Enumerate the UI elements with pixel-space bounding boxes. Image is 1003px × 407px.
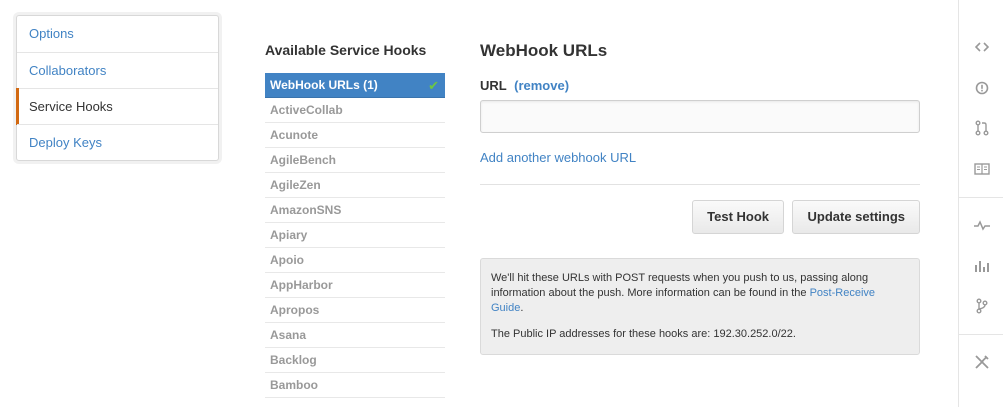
hook-item-apiary[interactable]: Apiary: [265, 223, 445, 248]
hook-item-webhook-urls[interactable]: WebHook URLs (1) ✔: [265, 73, 445, 98]
hook-item-amazonsns[interactable]: AmazonSNS: [265, 198, 445, 223]
rail-divider: [959, 334, 1003, 335]
info-text: We'll hit these URLs with POST requests …: [491, 271, 909, 316]
public-ip-text: The Public IP addresses for these hooks …: [491, 328, 796, 340]
wiki-icon[interactable]: [959, 157, 1003, 181]
settings-tools-icon[interactable]: [959, 350, 1003, 374]
update-settings-button[interactable]: Update settings: [792, 200, 920, 234]
hook-item-appharbor[interactable]: AppHarbor: [265, 273, 445, 298]
info-box: We'll hit these URLs with POST requests …: [480, 258, 920, 355]
hooks-list-title: Available Service Hooks: [265, 42, 427, 58]
hook-item-label: WebHook URLs (1): [270, 78, 378, 92]
hook-item-bamboo[interactable]: Bamboo: [265, 373, 445, 398]
settings-item-collaborators[interactable]: Collaborators: [17, 52, 218, 88]
issues-icon[interactable]: [959, 76, 1003, 100]
hook-item-agilebench[interactable]: AgileBench: [265, 148, 445, 173]
graphs-icon[interactable]: [959, 254, 1003, 278]
hook-item-backlog[interactable]: Backlog: [265, 348, 445, 373]
url-label: URL: [480, 78, 507, 93]
rail-divider: [959, 197, 1003, 198]
hook-item-asana[interactable]: Asana: [265, 323, 445, 348]
remove-url-link[interactable]: (remove): [514, 78, 569, 93]
code-icon[interactable]: [959, 35, 1003, 59]
hook-item-agilezen[interactable]: AgileZen: [265, 173, 445, 198]
webhook-title: WebHook URLs: [480, 41, 608, 60]
settings-item-service-hooks[interactable]: Service Hooks: [16, 88, 218, 125]
url-label-row: URL (remove): [480, 78, 920, 93]
add-webhook-url-link[interactable]: Add another webhook URL: [480, 150, 636, 165]
webhook-url-input[interactable]: [480, 100, 920, 133]
webhook-panel: WebHook URLs URL (remove) Add another we…: [480, 38, 920, 355]
settings-menu: Options Collaborators Service Hooks Depl…: [16, 15, 219, 161]
settings-item-deploy-keys[interactable]: Deploy Keys: [17, 124, 218, 160]
pulse-icon[interactable]: [959, 213, 1003, 237]
test-hook-button[interactable]: Test Hook: [692, 200, 785, 234]
hook-item-activecollab[interactable]: ActiveCollab: [265, 98, 445, 123]
hook-item-apoio[interactable]: Apoio: [265, 248, 445, 273]
hook-item-acunote[interactable]: Acunote: [265, 123, 445, 148]
repo-nav-rail: [958, 0, 1003, 407]
divider: [480, 184, 920, 185]
button-row: Test Hook Update settings: [480, 200, 920, 234]
info-text-period: .: [520, 302, 524, 314]
pull-request-icon[interactable]: [959, 116, 1003, 140]
checkmark-icon: ✔: [428, 78, 439, 93]
settings-item-options[interactable]: Options: [17, 16, 218, 52]
hook-item-apropos[interactable]: Apropos: [265, 298, 445, 323]
network-icon[interactable]: [959, 294, 1003, 318]
hooks-list: WebHook URLs (1) ✔ ActiveCollab Acunote …: [265, 73, 445, 398]
